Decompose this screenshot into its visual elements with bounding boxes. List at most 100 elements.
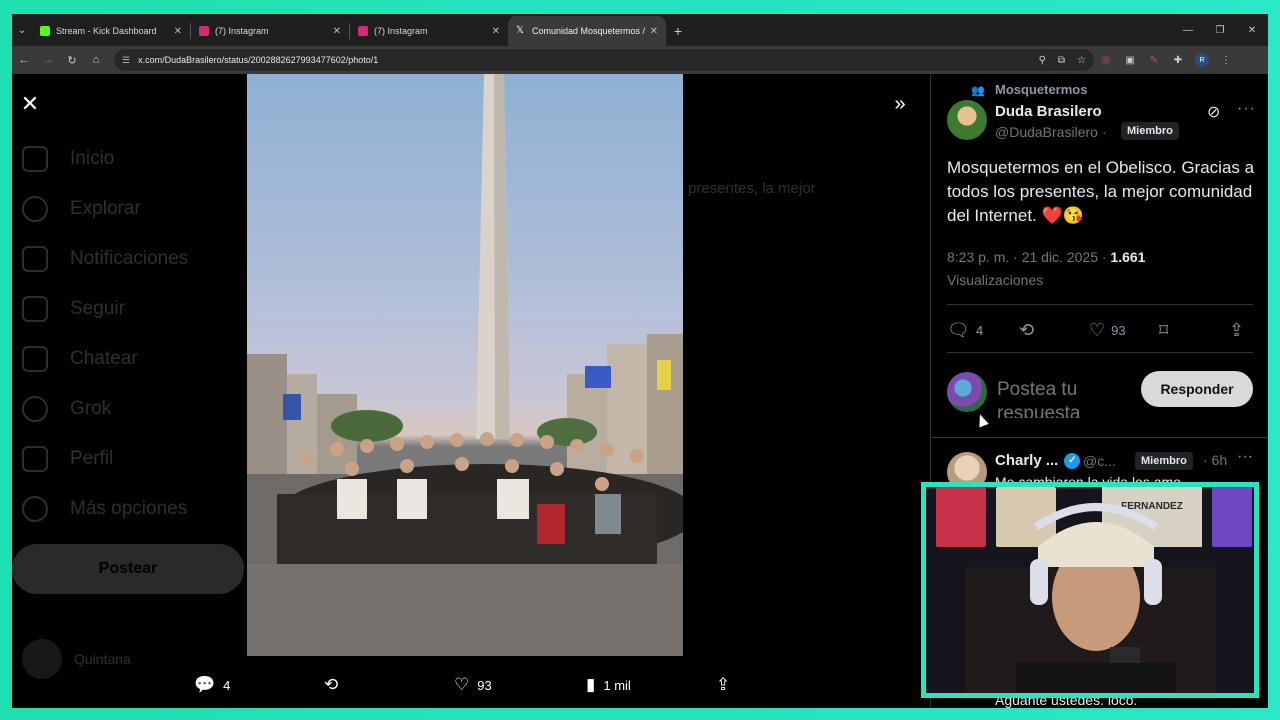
mouse-cursor [975,412,989,428]
extensions-puzzle-icon[interactable]: ✚ [1166,48,1190,72]
close-tab-icon[interactable]: ✕ [333,26,341,37]
window-controls: — ❐ ✕ [1172,14,1268,46]
nav-notifications[interactable]: Notificaciones [22,246,188,272]
profile-avatar[interactable]: R [1190,48,1214,72]
tab-search-chevron-icon[interactable]: ⌄ [12,14,32,46]
extension-pdf-icon[interactable]: ✎ [1142,48,1166,72]
repost-action[interactable]: ⟲ [324,670,346,700]
reply-bubble-icon: 💬 [194,675,216,694]
site-settings-icon[interactable]: ☰ [122,55,130,66]
person-icon [22,446,48,472]
bell-icon [22,246,48,272]
reload-icon[interactable]: ↻ [60,48,84,72]
tweet-meta: 8:23 p. m. · 21 dic. 2025 · 1.661 Visuali… [947,246,1257,292]
reply-action[interactable]: 💬 4 [194,670,230,700]
close-tab-icon[interactable]: ✕ [174,26,182,37]
account-switcher[interactable]: Quintana [22,639,131,679]
tab-instagram-1[interactable]: (7) Instagram ✕ [191,16,349,46]
forward-arrow-icon[interactable]: → [36,48,60,72]
tab-x-community[interactable]: 𝕏 Comunidad Mosquetermos / X ✕ [508,16,666,46]
views-action[interactable]: ▮ 1 mil [586,670,631,700]
share-button[interactable]: ⇪ [1229,318,1250,342]
nav-profile[interactable]: Perfil [22,446,113,472]
restore-icon[interactable]: ❐ [1204,14,1236,46]
comment-handle[interactable]: @c... [1083,453,1116,469]
verified-badge-icon: ✓ [1064,452,1081,469]
grok-icon [22,396,48,422]
tab-instagram-2[interactable]: (7) Instagram ✕ [350,16,508,46]
nav-label: Grok [70,398,112,419]
repost-button[interactable]: ⟲ [1019,318,1040,342]
nav-chat[interactable]: Chatear [22,346,138,372]
like-count: 93 [477,677,492,693]
nav-follow[interactable]: Seguir [22,296,125,322]
address-bar[interactable]: ☰ x.com/DudaBrasilero/status/20028826279… [114,49,1094,71]
like-button[interactable]: ♡ 93 [1089,318,1126,342]
comment-author-name[interactable]: Charly ... ✓ [995,452,1081,469]
view-count: 1 mil [603,677,631,693]
avatar [22,639,62,679]
tweet-timestamp[interactable]: 8:23 p. m. · 21 dic. 2025 · [947,249,1110,265]
post-button[interactable]: Postear [12,544,244,594]
close-tab-icon[interactable]: ✕ [650,26,658,37]
instagram-icon [199,26,209,36]
close-tab-icon[interactable]: ✕ [492,26,500,37]
community-label[interactable]: 👥 Mosquetermos [971,82,1087,97]
background-tweet-text: presentes, la mejor [688,180,816,197]
views-label: Visualizaciones [947,272,1044,288]
home-icon [22,146,48,172]
search-icon [22,196,48,222]
bookmark-star-icon[interactable]: ☆ [1077,55,1086,66]
close-viewer-icon[interactable]: ✕ [20,91,40,116]
author-name[interactable]: Duda Brasilero [995,103,1102,120]
instagram-icon [358,26,368,36]
nav-more[interactable]: Más opciones [22,496,187,522]
expand-panel-icon[interactable]: » [888,92,912,116]
reply-count: 4 [223,677,231,693]
nav-label: Explorar [70,198,141,219]
grok-icon[interactable]: ⊘ [1207,102,1220,122]
tab-kick-dashboard[interactable]: Stream - Kick Dashboard ✕ [32,16,190,46]
nav-label: Inicio [70,148,115,169]
streamer-figure [966,503,1216,693]
nav-grok[interactable]: Grok [22,396,111,422]
like-count: 93 [1111,322,1126,338]
nav-label: Notificaciones [70,248,189,269]
minimize-icon[interactable]: — [1172,14,1204,46]
nav-home[interactable]: Inicio [22,146,114,172]
new-tab-icon[interactable]: + [666,16,690,46]
browser-menu-icon[interactable]: ⋮ [1214,48,1238,72]
community-people-icon: 👥 [971,84,985,97]
zoom-icon[interactable]: ⚲ [1039,55,1046,66]
member-badge: Miembro [1135,452,1193,470]
tab-label: (7) Instagram [215,26,269,36]
share-icon: ⇪ [716,675,731,694]
tweet-photo[interactable] [247,74,683,656]
more-options-icon[interactable]: ··· [1237,100,1256,118]
nav-explore[interactable]: Explorar [22,196,141,222]
nav-label: Chatear [70,348,138,369]
share-action[interactable]: ⇪ [716,670,738,700]
like-action[interactable]: ♡ 93 [454,670,492,700]
close-window-icon[interactable]: ✕ [1236,14,1268,46]
author-handle[interactable]: @DudaBrasilero · [995,124,1106,140]
install-app-icon[interactable]: ⧉ [1058,55,1065,66]
more-options-icon[interactable]: ··· [1237,448,1253,466]
tab-bar: ⌄ Stream - Kick Dashboard ✕ (7) Instagra… [12,14,1268,46]
responder-button[interactable]: Responder [1141,371,1253,407]
reply-input[interactable]: Postea tu respuesta [997,378,1137,418]
tab-label: Stream - Kick Dashboard [56,26,157,36]
bookmark-button[interactable]: ⌑ [1159,318,1174,342]
more-options-icon [22,496,48,522]
obelisk-group-photo [247,74,683,656]
member-badge: Miembro [1121,122,1179,140]
avatar[interactable] [947,100,987,140]
profile-name: Quintana [74,651,131,667]
reply-button[interactable]: 🗨 4 [947,318,983,342]
back-arrow-icon[interactable]: ← [12,48,36,72]
extension-grey-icon[interactable]: ▣ [1118,48,1142,72]
extension-red-icon[interactable]: ◎ [1094,48,1118,72]
home-icon[interactable]: ⌂ [84,48,108,72]
comment-time[interactable]: · 6h [1203,452,1227,468]
nav-label: Seguir [70,298,125,319]
